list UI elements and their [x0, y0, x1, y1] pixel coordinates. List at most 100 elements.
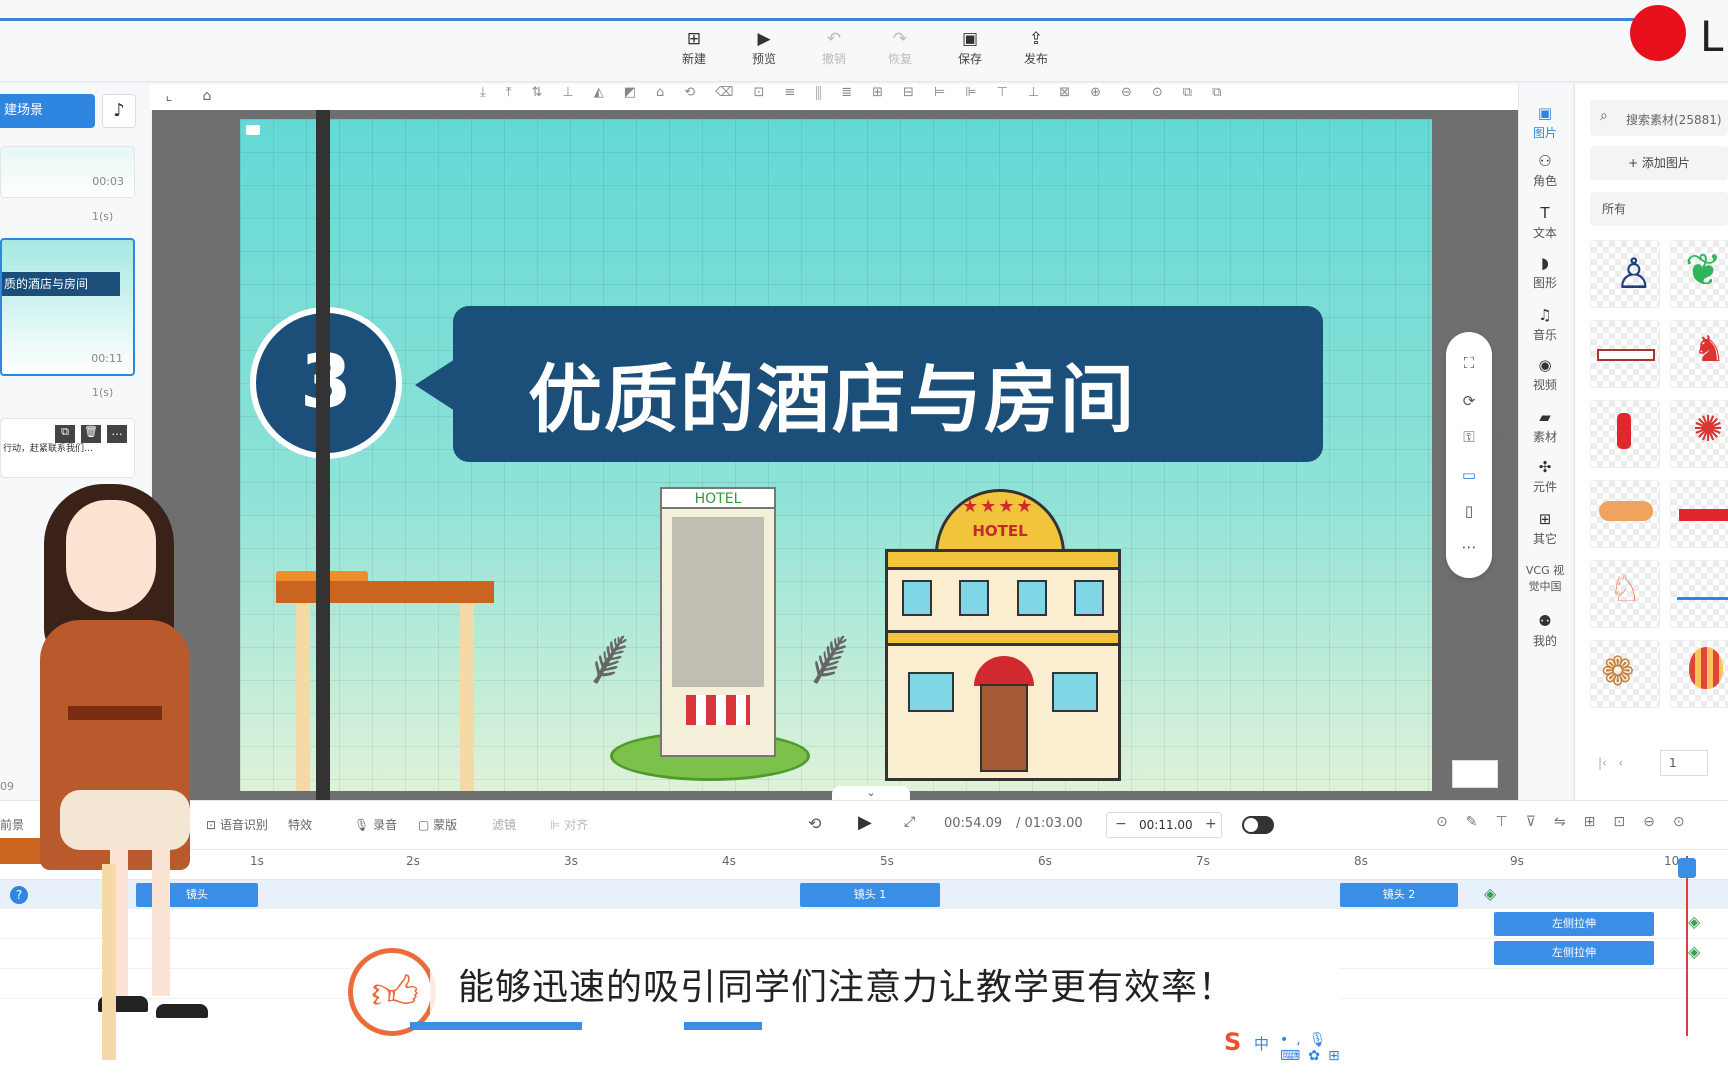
- lock-icon[interactable]: ⚿: [1456, 424, 1482, 450]
- page-input[interactable]: 1: [1660, 750, 1708, 776]
- pinwheel-icon: ✣: [1538, 458, 1552, 476]
- more-icon[interactable]: …: [107, 425, 127, 443]
- collapse-chevron-icon[interactable]: ⌄: [832, 786, 910, 800]
- nav-vcg[interactable]: VCG 视觉中国: [1522, 562, 1568, 606]
- nav-images[interactable]: ▣ 图片: [1522, 104, 1568, 148]
- asset-food[interactable]: ❁: [1590, 640, 1660, 708]
- home-icon[interactable]: ⌂: [196, 85, 218, 107]
- publish-label: 发布: [1023, 52, 1048, 66]
- monitor-icon[interactable]: ▭: [1456, 462, 1482, 488]
- help-icon[interactable]: ?: [10, 886, 28, 904]
- asset-red-strip[interactable]: [1670, 480, 1728, 548]
- clip-anim-2[interactable]: 左侧拉伸: [1494, 941, 1654, 965]
- keyframe-icon-3[interactable]: ◈: [1688, 942, 1700, 961]
- asset-blue-line[interactable]: [1670, 560, 1728, 628]
- new-scene-button[interactable]: 建场景: [0, 94, 95, 128]
- search-input[interactable]: ⌕ 搜索素材(25881): [1590, 100, 1728, 136]
- play-button[interactable]: ▶: [858, 812, 872, 833]
- ime-tool-icons[interactable]: •,🎙︎⌨✿⊞: [1280, 1032, 1398, 1064]
- asset-firecracker[interactable]: ✺: [1670, 400, 1728, 468]
- filter-select[interactable]: 所有: [1590, 192, 1728, 226]
- timeline-tool-icons[interactable]: ⊙✎⊤⊽⇋⊞⊡⊖⊙: [1436, 814, 1726, 830]
- keyframe-icon[interactable]: ◈: [1484, 884, 1496, 903]
- scene-thumb-2[interactable]: 质的酒店与房间 00:11: [0, 238, 135, 376]
- music-icon[interactable]: ♪: [102, 94, 136, 128]
- mask-label: 蒙版: [433, 818, 458, 832]
- pagination[interactable]: |‹ ‹: [1598, 756, 1623, 770]
- asset-dumplings[interactable]: [1590, 480, 1660, 548]
- asset-rabbit[interactable]: ♞: [1670, 320, 1728, 388]
- expand-icon[interactable]: ⤢: [904, 814, 915, 830]
- nav-other[interactable]: ⊞ 其它: [1522, 510, 1568, 554]
- asset-rabbit-scroll[interactable]: ♘: [1590, 560, 1660, 628]
- preview-button[interactable]: ▶ 预览: [734, 28, 794, 74]
- more-dots-icon[interactable]: ⋯: [1456, 534, 1482, 560]
- save-button[interactable]: ▣ 保存: [940, 28, 1000, 74]
- nav-music[interactable]: ♫ 音乐: [1522, 306, 1568, 350]
- duration-stepper[interactable]: − 00:11.00 +: [1106, 812, 1222, 838]
- scene-thumb-3[interactable]: 行动，赶紧联系我们… ⧉ 🗑 …: [0, 418, 135, 478]
- nav-materials[interactable]: ▰ 素材: [1522, 408, 1568, 452]
- banner-pointer: [415, 359, 455, 411]
- tool-effects[interactable]: 特效: [288, 816, 312, 833]
- stage-title[interactable]: 优质的酒店与房间: [528, 340, 1136, 447]
- scene-1-duration: 1(s): [92, 210, 114, 223]
- tool-filter[interactable]: 滤镜: [492, 816, 516, 833]
- nav-vcg-label: VCG 视觉中国: [1525, 564, 1565, 593]
- copy-icon[interactable]: ⧉: [55, 425, 75, 443]
- tool-align[interactable]: ⊫ 对齐: [550, 816, 588, 833]
- asset-plant[interactable]: ❦: [1670, 240, 1728, 308]
- presenter-skirt: [60, 790, 190, 850]
- add-image-button[interactable]: + 添加图片: [1590, 146, 1728, 180]
- ime-mode[interactable]: 中: [1254, 1033, 1269, 1054]
- nav-components[interactable]: ✣ 元件: [1522, 458, 1568, 502]
- clip-anim-1[interactable]: 左侧拉伸: [1494, 912, 1654, 936]
- toggle-switch[interactable]: [1242, 816, 1274, 834]
- duration-value[interactable]: 00:11.00: [1139, 818, 1193, 832]
- presenter-leg-right: [152, 846, 170, 996]
- clip-lens-2[interactable]: 镜头 2: [1340, 883, 1458, 907]
- rotate-icon[interactable]: ⟳: [1456, 388, 1482, 414]
- tool-foreground[interactable]: 前景: [0, 816, 24, 833]
- align-tool-icons[interactable]: ⤓⤒⇅⊥◭◩⌂⟲⌫⊡≡⫼≣⊞⊟⊨⊫⊤⊥⊠⊕⊖⊙⧉⧉: [480, 85, 1500, 111]
- asset-banner[interactable]: [1590, 320, 1660, 388]
- mobile-icon[interactable]: ▯: [1456, 498, 1482, 524]
- undo-button[interactable]: ↶ 撤销: [804, 28, 864, 74]
- tool-record[interactable]: 🎙︎ 录音: [354, 816, 397, 833]
- nav-shapes[interactable]: ◗ 图形: [1522, 254, 1568, 298]
- reset-icon[interactable]: ⟲: [808, 814, 821, 833]
- fit-screen-icon[interactable]: ⛶: [1456, 350, 1482, 376]
- nav-text[interactable]: T 文本: [1522, 204, 1568, 248]
- tick-6s: 6s: [1038, 854, 1052, 868]
- expand-arrow-icon[interactable]: ›: [1500, 432, 1506, 448]
- nav-characters[interactable]: ⚇ 角色: [1522, 152, 1568, 196]
- asset-man[interactable]: ♙: [1590, 240, 1660, 308]
- minimap-icon[interactable]: [1452, 760, 1498, 788]
- new-button[interactable]: ⊞ 新建: [664, 28, 724, 74]
- tool-mask[interactable]: ▢ 蒙版: [418, 816, 457, 833]
- scene-1-time: 00:03: [92, 175, 124, 188]
- progress-bar-2: [684, 1022, 762, 1030]
- tool-speech-recognition[interactable]: ⊡ 语音识别: [206, 816, 268, 833]
- keyframe-icon-2[interactable]: ◈: [1688, 912, 1700, 931]
- delete-icon[interactable]: 🗑: [81, 425, 101, 443]
- ime-toolbar[interactable]: S 中 •,🎙︎⌨✿⊞: [1218, 1026, 1398, 1064]
- mask-icon: ▢: [418, 818, 434, 832]
- layer-icon[interactable]: ⌞: [158, 85, 180, 107]
- nav-mine[interactable]: ⚉ 我的: [1522, 612, 1568, 656]
- tick-8s: 8s: [1354, 854, 1368, 868]
- playhead-handle[interactable]: [1678, 858, 1696, 878]
- playhead[interactable]: [1686, 856, 1688, 1036]
- asset-lantern[interactable]: [1590, 400, 1660, 468]
- record-indicator[interactable]: [1630, 5, 1686, 61]
- plus-icon[interactable]: +: [1205, 816, 1217, 832]
- stage[interactable]: 3 HOTEL ⸙ ⸙ HOTEL ★★★★: [240, 119, 1432, 791]
- publish-button[interactable]: ⇪ 发布: [1006, 28, 1066, 74]
- nav-video[interactable]: ◉ 视频: [1522, 356, 1568, 400]
- search-icon: ⌕: [1600, 108, 1608, 124]
- scene-thumb-1[interactable]: 00:03: [0, 146, 135, 198]
- redo-button[interactable]: ↷ 恢复: [870, 28, 930, 74]
- minus-icon[interactable]: −: [1115, 816, 1127, 832]
- clip-lens-1[interactable]: 镜头 1: [800, 883, 940, 907]
- asset-balloon[interactable]: [1670, 640, 1728, 708]
